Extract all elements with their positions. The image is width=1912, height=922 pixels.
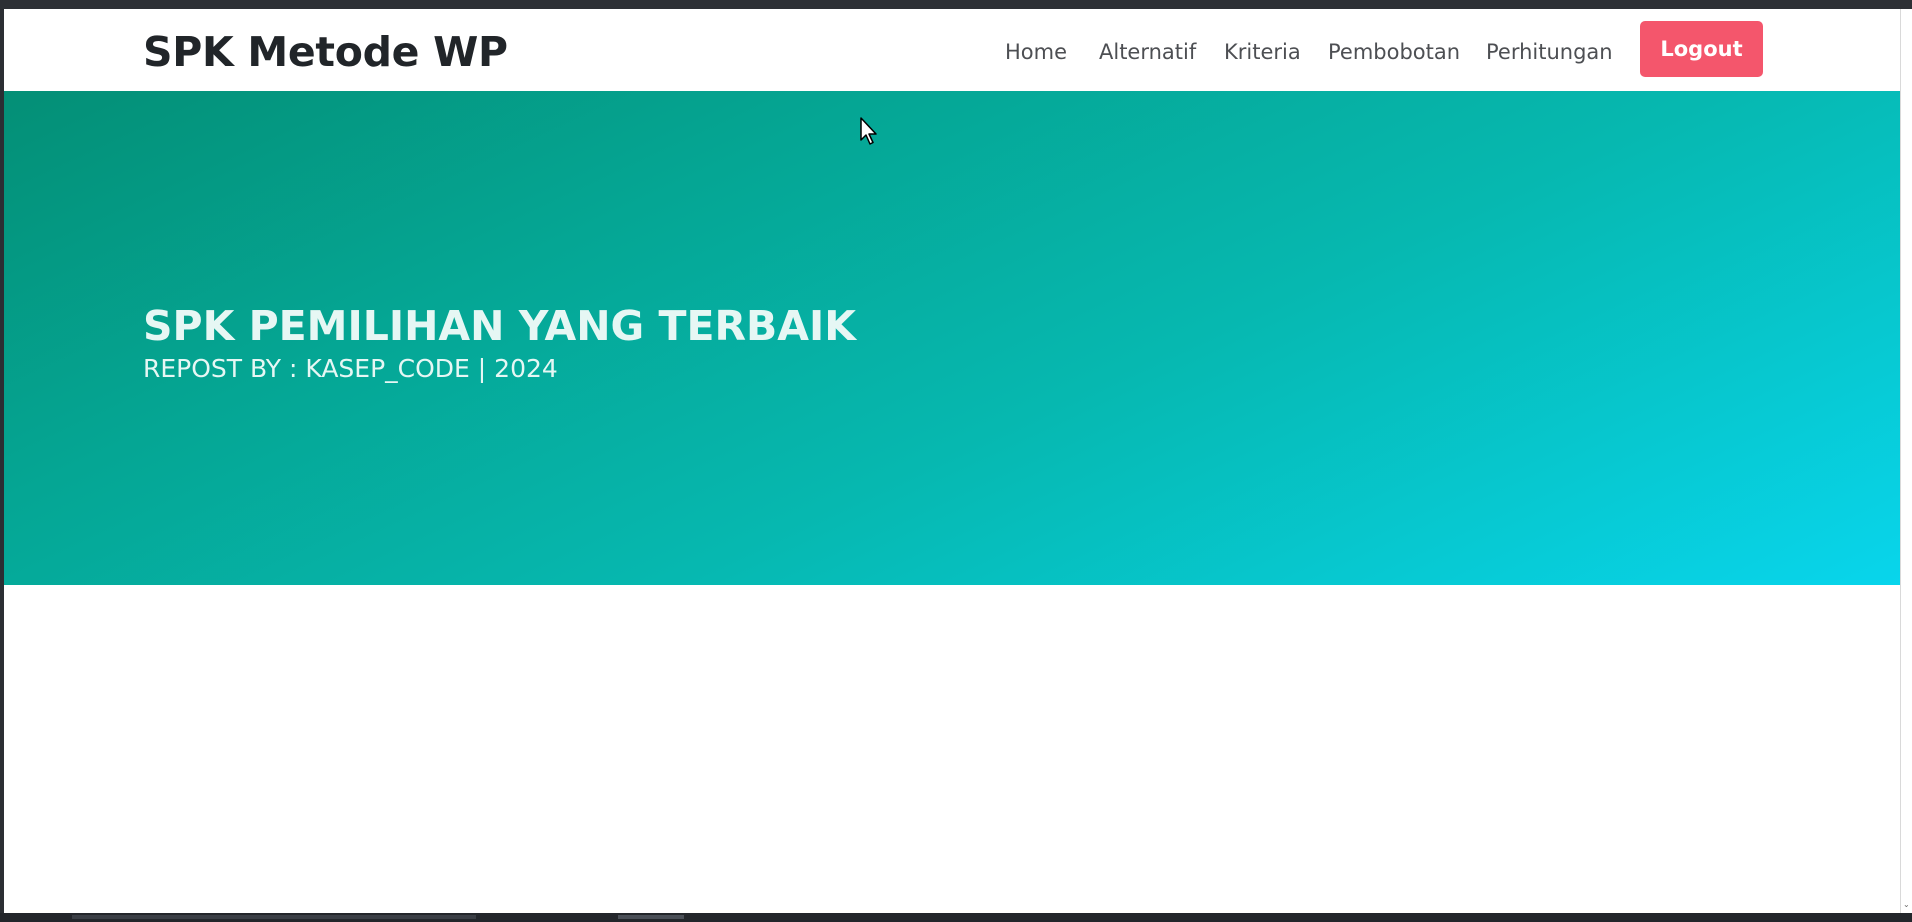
nav-link-home[interactable]: Home bbox=[1005, 37, 1067, 67]
browser-viewport: SPK Metode WP Home Alternatif Kriteria P… bbox=[4, 9, 1900, 913]
logout-button[interactable]: Logout bbox=[1640, 21, 1763, 77]
hero-title: SPK PEMILIHAN YANG TERBAIK bbox=[143, 302, 857, 350]
window-top-edge bbox=[0, 0, 1912, 9]
navbar: SPK Metode WP Home Alternatif Kriteria P… bbox=[4, 9, 1900, 91]
nav-link-kriteria[interactable]: Kriteria bbox=[1224, 37, 1301, 67]
scroll-down-arrow-icon[interactable]: ⌄ bbox=[1903, 901, 1910, 909]
hero-banner: SPK PEMILIHAN YANG TERBAIK REPOST BY : K… bbox=[4, 91, 1900, 585]
nav-links: Home Alternatif Kriteria Pembobotan Perh… bbox=[4, 37, 1900, 67]
taskbar-item[interactable] bbox=[72, 915, 476, 919]
nav-link-perhitungan[interactable]: Perhitungan bbox=[1486, 37, 1613, 67]
nav-link-alternatif[interactable]: Alternatif bbox=[1099, 37, 1196, 67]
mouse-pointer-icon bbox=[860, 117, 880, 147]
nav-link-pembobotan[interactable]: Pembobotan bbox=[1328, 37, 1460, 67]
taskbar-strip bbox=[0, 913, 1912, 922]
hero-subtitle: REPOST BY : KASEP_CODE | 2024 bbox=[143, 354, 558, 383]
vertical-scrollbar[interactable]: ⌄ bbox=[1900, 9, 1912, 913]
taskbar-item[interactable] bbox=[618, 915, 684, 919]
